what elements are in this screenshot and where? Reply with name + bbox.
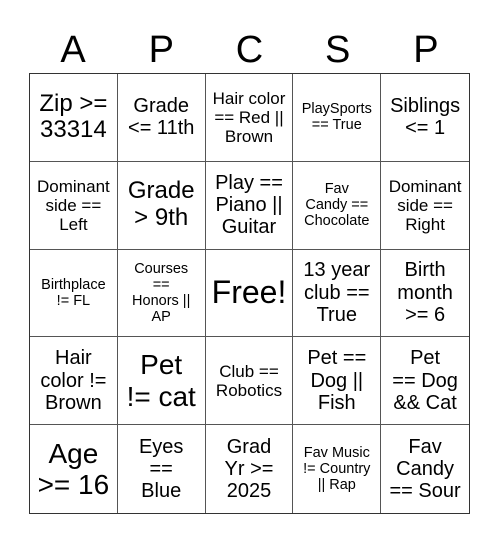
bingo-cell[interactable]: Grade <= 11th [117,74,206,162]
bingo-cell[interactable]: Grad Yr >= 2025 [206,425,294,513]
bingo-cell[interactable]: Hair color == Red || Brown [205,74,294,162]
header-letter-5: P [413,29,439,71]
bingo-cell[interactable]: Birth month >= 6 [381,250,469,338]
bingo-cell[interactable]: Grade > 9th [117,161,206,250]
bingo-cell[interactable]: Hair color != Brown [30,337,118,426]
bingo-cell[interactable]: Eyes == Blue [118,425,206,513]
bingo-cell[interactable]: Pet == Dog && Cat [381,337,469,426]
bingo-cell[interactable]: PlaySports == True [293,74,382,162]
header-letter-4: S [325,29,351,71]
header-letter-3: C [235,29,264,71]
bingo-cell[interactable]: 13 year club == True [293,249,382,338]
bingo-grid: Zip >= 33314 Grade <= 11th Hair color == R… [29,73,470,514]
bingo-cell[interactable]: Pet == Dog || Fish [293,337,382,426]
bingo-cell[interactable]: Birthplace != FL [30,249,118,338]
header-letter-2: P [148,29,174,71]
bingo-cell[interactable]: Fav Music != Country || Rap [293,425,382,513]
bingo-header: A P C S P [29,28,470,72]
bingo-cell[interactable]: Siblings <= 1 [381,74,469,162]
bingo-cell[interactable]: Zip >= 33314 [30,74,118,162]
bingo-cell[interactable]: Pet != cat [117,337,206,426]
free-space-cell[interactable]: Free! [205,249,294,338]
bingo-cell[interactable]: Courses == Honors || AP [117,249,206,338]
bingo-cell[interactable]: Play == Piano || Guitar [205,161,294,250]
bingo-cell[interactable]: Age >= 16 [30,425,118,513]
header-letter-1: A [60,29,86,71]
bingo-cell[interactable]: Fav Candy == Sour [381,425,469,513]
bingo-cell[interactable]: Dominant side == Right [381,162,469,250]
bingo-cell[interactable]: Club == Robotics [205,337,294,426]
bingo-cell[interactable]: Fav Candy == Chocolate [293,161,382,250]
bingo-cell[interactable]: Dominant side == Left [30,161,118,250]
